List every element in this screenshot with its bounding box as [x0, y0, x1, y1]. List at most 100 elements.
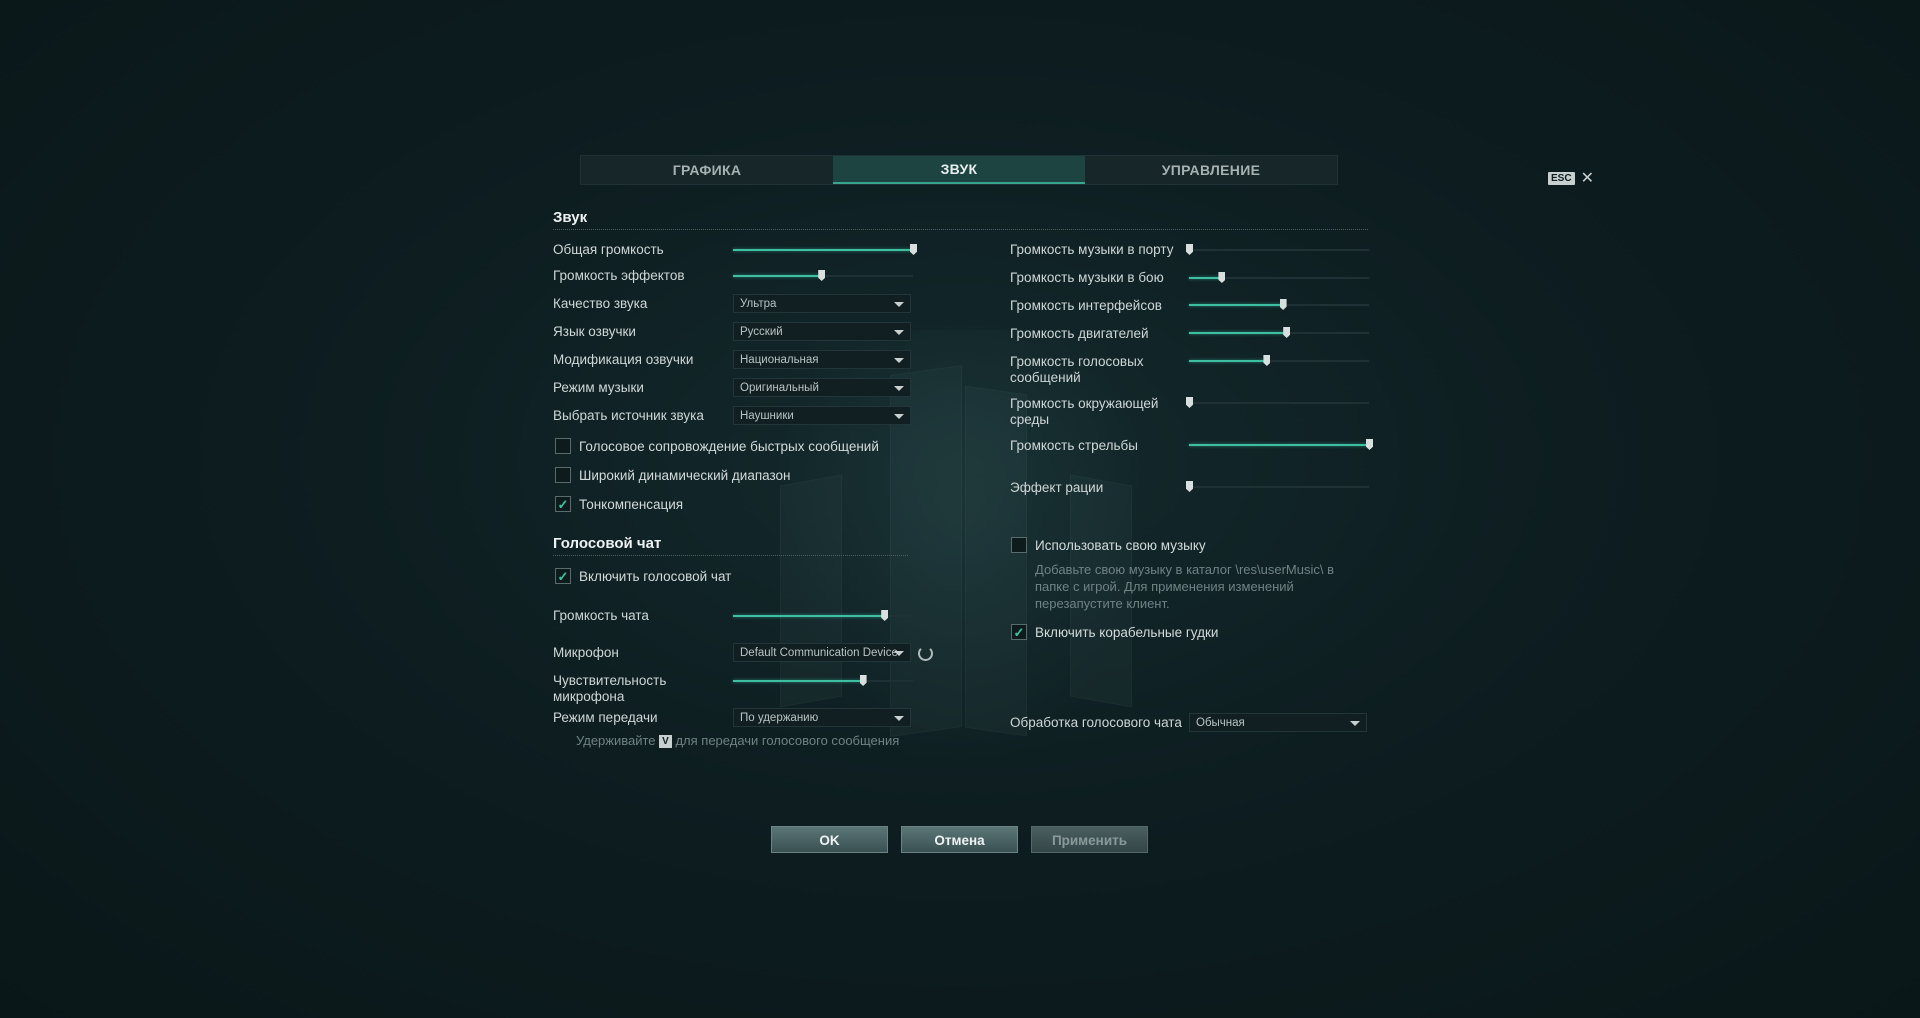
slider-fill: [733, 249, 913, 251]
ambient-volume-slider[interactable]: [1186, 397, 1369, 409]
ok-button[interactable]: OK: [771, 826, 888, 853]
sound-quality-dropdown[interactable]: Ультра: [733, 294, 911, 313]
voice-language-dropdown[interactable]: Русский: [733, 322, 911, 341]
label-shooting-volume: Громкость стрельбы: [1010, 438, 1138, 453]
checkbox-label: Включить голосовой чат: [579, 568, 732, 584]
interface-volume-slider[interactable]: [1189, 299, 1369, 311]
slider-fill: [733, 615, 885, 617]
slider-fill: [1189, 332, 1287, 334]
label-transmit-mode: Режим передачи: [553, 710, 658, 725]
slider-thumb[interactable]: [1186, 397, 1193, 408]
esc-close[interactable]: ESC ✕: [1548, 168, 1594, 188]
dropdown-value: Русский: [740, 326, 783, 338]
checkbox-enable-voice-chat[interactable]: ✓ Включить голосовой чат: [555, 568, 731, 584]
label-engines-volume: Громкость двигателей: [1010, 326, 1149, 341]
slider-fill: [1189, 304, 1283, 306]
sound-source-dropdown[interactable]: Наушники: [733, 406, 911, 425]
checkbox-box[interactable]: [555, 438, 571, 454]
hint-text-pre: Удерживайте: [576, 733, 656, 748]
checkbox-label: Тонкомпенсация: [579, 496, 684, 512]
dropdown-value: Ультра: [740, 298, 777, 310]
chevron-down-icon: [894, 414, 904, 419]
dropdown-value: Обычная: [1196, 717, 1245, 729]
transmit-mode-dropdown[interactable]: По удержанию: [733, 708, 911, 727]
checkbox-tone-compensation[interactable]: ✓ Тонкомпенсация: [555, 496, 683, 512]
checkbox-dynamic-range[interactable]: Широкий динамический диапазон: [555, 467, 791, 483]
checkbox-box[interactable]: [1011, 537, 1027, 553]
music-port-slider[interactable]: [1186, 244, 1369, 256]
dropdown-value: Default Communication Device: [740, 647, 898, 659]
section-divider: [553, 555, 908, 556]
chat-volume-slider[interactable]: [733, 610, 913, 622]
dropdown-value: По удержанию: [740, 712, 819, 724]
engines-volume-slider[interactable]: [1189, 327, 1369, 339]
label-chat-volume: Громкость чата: [553, 608, 649, 623]
label-voice-processing: Обработка голосового чата: [1010, 715, 1182, 730]
hint-text-post: для передачи голосового сообщения: [675, 733, 900, 748]
slider-thumb[interactable]: [818, 270, 826, 281]
chevron-down-icon: [894, 302, 904, 307]
label-sound-quality: Качество звука: [553, 296, 648, 311]
slider-thumb[interactable]: [1283, 327, 1291, 338]
checkbox-box[interactable]: [555, 467, 571, 483]
push-to-talk-hint: Удерживайте V для передачи голосового со…: [576, 732, 899, 749]
slider-track: [1189, 486, 1369, 488]
voice-processing-dropdown[interactable]: Обычная: [1189, 713, 1367, 732]
label-music-mode: Режим музыки: [553, 380, 644, 395]
slider-fill: [1189, 444, 1369, 446]
key-badge: V: [659, 735, 672, 748]
label-music-battle: Громкость музыки в бою: [1010, 270, 1164, 285]
close-icon[interactable]: ✕: [1581, 168, 1594, 188]
slider-thumb[interactable]: [1218, 272, 1226, 283]
mic-sensitivity-slider[interactable]: [733, 675, 913, 687]
tab-controls[interactable]: УПРАВЛЕНИЕ: [1085, 156, 1337, 184]
checkbox-label: Широкий динамический диапазон: [579, 467, 791, 483]
slider-thumb[interactable]: [1186, 244, 1193, 255]
music-mode-dropdown[interactable]: Оригинальный: [733, 378, 911, 397]
checkbox-box[interactable]: ✓: [1011, 624, 1027, 640]
tab-graphics[interactable]: ГРАФИКА: [581, 156, 833, 184]
slider-thumb[interactable]: [1366, 439, 1373, 450]
checkbox-label: Голосовое сопровождение быстрых сообщени…: [579, 438, 879, 454]
voice-mod-dropdown[interactable]: Национальная: [733, 350, 911, 369]
section-title-voice-chat: Голосовой чат: [553, 535, 662, 552]
slider-thumb[interactable]: [1186, 481, 1193, 492]
checkbox-quick-messages[interactable]: Голосовое сопровождение быстрых сообщени…: [555, 438, 879, 454]
settings-tabs: ГРАФИКА ЗВУК УПРАВЛЕНИЕ: [580, 155, 1338, 185]
slider-thumb[interactable]: [1279, 299, 1287, 310]
radio-effect-slider[interactable]: [1186, 481, 1369, 493]
checkbox-label: Использовать свою музыку: [1035, 537, 1206, 553]
effects-volume-slider[interactable]: [733, 270, 913, 282]
label-music-port: Громкость музыки в порту: [1010, 242, 1174, 257]
music-battle-slider[interactable]: [1189, 272, 1369, 284]
checkbox-ship-horns[interactable]: ✓ Включить корабельные гудки: [1011, 624, 1218, 640]
slider-thumb[interactable]: [881, 610, 889, 621]
chevron-down-icon: [894, 330, 904, 335]
dropdown-value: Наушники: [740, 410, 794, 422]
dropdown-value: Оригинальный: [740, 382, 819, 394]
refresh-icon[interactable]: [918, 646, 933, 661]
label-ambient-volume: Громкость окружающей среды: [1010, 396, 1159, 427]
microphone-dropdown[interactable]: Default Communication Device: [733, 643, 911, 662]
checkbox-own-music[interactable]: Использовать свою музыку: [1011, 537, 1206, 553]
label-effects-volume: Громкость эффектов: [553, 268, 685, 283]
checkbox-box[interactable]: ✓: [555, 496, 571, 512]
slider-fill: [733, 275, 822, 277]
shooting-volume-slider[interactable]: [1189, 439, 1373, 451]
slider-fill: [1189, 360, 1267, 362]
slider-thumb[interactable]: [859, 675, 867, 686]
label-mic-sensitivity: Чувствительность микрофона: [553, 673, 667, 704]
slider-fill: [1189, 277, 1222, 279]
emblem-pillar: [780, 474, 842, 708]
chevron-down-icon: [1350, 721, 1360, 726]
slider-thumb[interactable]: [910, 244, 917, 255]
checkbox-box[interactable]: ✓: [555, 568, 571, 584]
cancel-button[interactable]: Отмена: [901, 826, 1018, 853]
voice-messages-volume-slider[interactable]: [1189, 355, 1369, 367]
label-voice-messages-volume: Громкость голосовых сообщений: [1010, 354, 1144, 385]
master-volume-slider[interactable]: [733, 244, 917, 256]
check-icon: ✓: [557, 496, 569, 512]
slider-thumb[interactable]: [1263, 355, 1271, 366]
tab-sound[interactable]: ЗВУК: [833, 156, 1085, 184]
apply-button[interactable]: Применить: [1031, 826, 1148, 853]
